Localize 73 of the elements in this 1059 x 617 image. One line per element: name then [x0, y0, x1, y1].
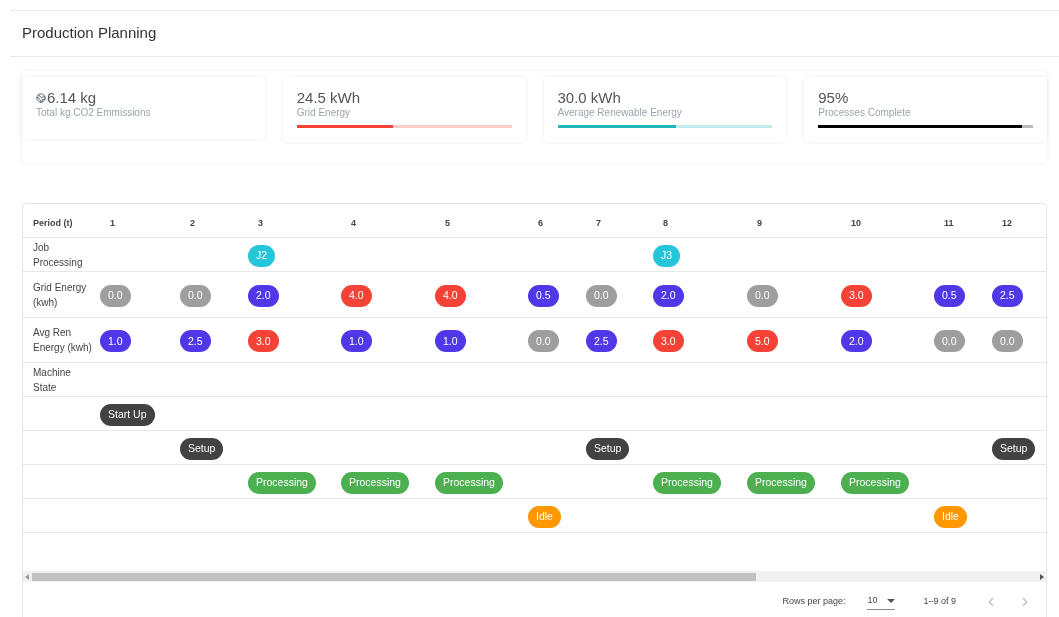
- value-chip: 4.0: [435, 284, 466, 307]
- value-chip: 0.0: [586, 284, 617, 307]
- value-chip: Processing: [248, 471, 316, 494]
- scrollbar-thumb[interactable]: [32, 572, 756, 581]
- column-header: 4: [351, 217, 356, 228]
- value-chip: 0.5: [934, 284, 965, 307]
- scroll-right-icon[interactable]: [1039, 573, 1044, 580]
- value-chip: 0.0: [934, 330, 965, 353]
- value-chip: 5.0: [747, 330, 778, 353]
- value-chip: 1.0: [100, 330, 131, 353]
- value-chip: 3.0: [841, 284, 872, 307]
- column-header: Period (t): [33, 217, 73, 228]
- value-chip: Idle: [528, 505, 561, 528]
- caret-icon: [887, 598, 896, 603]
- value-chip: 0.0: [100, 284, 131, 307]
- value-chip: 0.0: [747, 284, 778, 307]
- column-header: 7: [596, 217, 601, 228]
- value-chip: 2.5: [586, 330, 617, 353]
- value-chip: 0.0: [992, 330, 1023, 353]
- value-chip: Setup: [992, 437, 1036, 460]
- value-chip: 3.0: [248, 330, 279, 353]
- stat-value: 24.5 kWh: [296, 89, 361, 107]
- value-chip: Start Up: [100, 403, 155, 426]
- row-label: Avg Ren Energy (kwh): [33, 326, 93, 355]
- value-chip: Setup: [180, 437, 224, 460]
- value-chip: 0.0: [528, 330, 559, 353]
- stat-label: Processes Complete: [818, 107, 912, 119]
- column-header: 12: [1002, 217, 1012, 228]
- value-chip: Processing: [341, 471, 409, 494]
- column-header: 3: [258, 217, 263, 228]
- value-chip: Setup: [586, 437, 630, 460]
- stat-label: Grid Energy: [296, 107, 352, 119]
- value-chip: Processing: [841, 471, 909, 494]
- value-chip: Processing: [747, 471, 815, 494]
- value-chip: Idle: [934, 505, 967, 528]
- value-chip: 0.5: [528, 284, 559, 307]
- value-chip: 2.0: [653, 284, 684, 307]
- scroll-left-icon[interactable]: [25, 573, 30, 580]
- value-chip: 4.0: [341, 284, 372, 307]
- value-chip: 2.0: [841, 330, 872, 353]
- stat-value: 95%: [818, 89, 849, 107]
- column-header: 6: [538, 217, 543, 228]
- column-header: 8: [663, 217, 668, 228]
- value-chip: J3: [653, 244, 681, 267]
- stat-label: Total kg CO2 Emmissions: [36, 107, 152, 119]
- row-label: Job Processing: [33, 240, 84, 270]
- page-range: 1–9 of 9: [923, 595, 956, 609]
- value-chip: 1.0: [435, 330, 466, 353]
- row-label: Grid Energy (kwh): [33, 280, 88, 310]
- horizontal-scrollbar[interactable]: [23, 571, 1046, 582]
- rows-per-page-label: Rows per page:: [782, 595, 846, 609]
- value-chip: Processing: [653, 471, 721, 494]
- column-header: 2: [190, 217, 195, 228]
- rows-per-page-select[interactable]: 10: [867, 593, 896, 611]
- column-header: 10: [851, 217, 861, 228]
- stat-value: 30.0 kWh: [557, 89, 621, 107]
- value-chip: 2.5: [180, 330, 211, 353]
- stat-value: 6.14 kg: [47, 89, 97, 107]
- value-chip: 1.0: [341, 330, 372, 353]
- globe-icon: [36, 93, 46, 103]
- column-header: 1: [110, 217, 115, 228]
- row-label: Machine State: [33, 365, 72, 395]
- value-chip: 2.0: [248, 284, 279, 307]
- column-header: 11: [944, 217, 954, 228]
- column-header: 5: [445, 217, 450, 228]
- value-chip: 3.0: [653, 330, 684, 353]
- page-title: Production Planning: [22, 23, 157, 44]
- value-chip: Processing: [435, 471, 503, 494]
- value-chip: J2: [248, 244, 276, 267]
- value-chip: 2.5: [992, 284, 1023, 307]
- column-header: 9: [757, 217, 762, 228]
- stat-label: Average Renewable Energy: [557, 107, 683, 119]
- value-chip: 0.0: [180, 284, 211, 307]
